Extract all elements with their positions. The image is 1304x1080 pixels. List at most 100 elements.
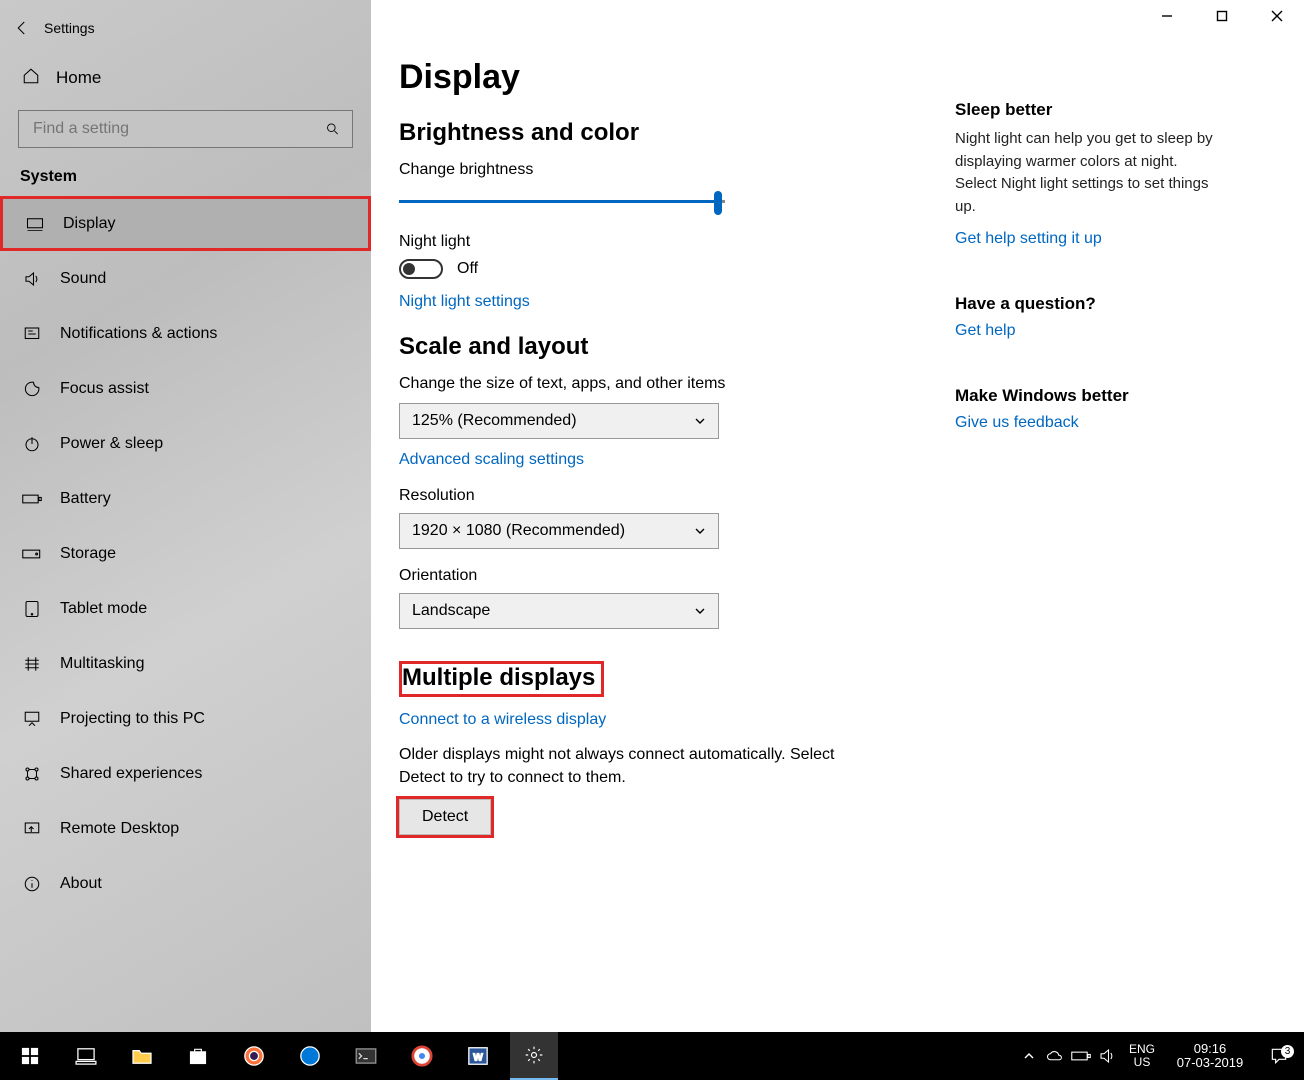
slider-thumb[interactable] — [714, 191, 722, 215]
sound-icon — [22, 270, 42, 288]
sidebar-item-label: Notifications & actions — [60, 325, 217, 343]
section-scale: Scale and layout — [399, 333, 909, 361]
remote-desktop-icon — [22, 820, 42, 838]
multiple-displays-help: Older displays might not always connect … — [399, 743, 869, 789]
sidebar-item-sound[interactable]: Sound — [0, 251, 371, 306]
terminal-icon — [355, 1048, 377, 1064]
sidebar-item-focus-assist[interactable]: Focus assist — [0, 361, 371, 416]
search-input[interactable] — [31, 119, 325, 139]
resolution-value: 1920 × 1080 (Recommended) — [412, 522, 625, 540]
brightness-label: Change brightness — [399, 161, 909, 179]
word-button[interactable]: W — [454, 1032, 502, 1080]
sidebar-item-remote-desktop[interactable]: Remote Desktop — [0, 801, 371, 856]
file-explorer-button[interactable] — [118, 1032, 166, 1080]
sidebar-item-label: Focus assist — [60, 380, 149, 398]
minimize-button[interactable] — [1139, 0, 1194, 32]
tray-language[interactable]: ENG US — [1122, 1043, 1162, 1068]
settings-sidebar: Settings Home System Display — [0, 0, 371, 1032]
detect-button[interactable]: Detect — [399, 799, 491, 835]
search-icon — [325, 121, 340, 137]
sidebar-nav: Display Sound Notifications & actions Fo… — [0, 196, 371, 911]
resolution-select[interactable]: 1920 × 1080 (Recommended) — [399, 513, 719, 549]
nightlight-label: Night light — [399, 233, 909, 251]
sidebar-item-storage[interactable]: Storage — [0, 526, 371, 581]
chevron-down-icon — [694, 525, 706, 537]
sidebar-item-tablet-mode[interactable]: Tablet mode — [0, 581, 371, 636]
sidebar-item-multitasking[interactable]: Multitasking — [0, 636, 371, 691]
tray-chevron[interactable] — [1018, 1032, 1040, 1080]
edge-icon — [299, 1045, 321, 1067]
word-icon: W — [467, 1045, 489, 1067]
shared-icon — [22, 765, 42, 783]
resolution-label: Resolution — [399, 487, 909, 505]
focus-assist-icon — [22, 380, 42, 398]
gear-icon — [524, 1045, 544, 1065]
window-title: Settings — [44, 20, 95, 36]
sidebar-item-label: Projecting to this PC — [60, 710, 205, 728]
tray-clock[interactable]: 09:16 07-03-2019 — [1166, 1042, 1254, 1071]
sidebar-item-projecting[interactable]: Projecting to this PC — [0, 691, 371, 746]
aside-sleep-link[interactable]: Get help setting it up — [955, 230, 1102, 248]
about-icon — [22, 875, 42, 893]
back-button[interactable] — [0, 6, 44, 50]
section-brightness: Brightness and color — [399, 119, 909, 147]
settings-taskbar-button[interactable] — [510, 1032, 558, 1080]
start-button[interactable] — [6, 1032, 54, 1080]
tray-onedrive[interactable] — [1044, 1032, 1066, 1080]
tablet-icon — [22, 600, 42, 618]
chrome-icon — [411, 1045, 433, 1067]
orientation-select[interactable]: Landscape — [399, 593, 719, 629]
notification-badge: 3 — [1281, 1045, 1294, 1058]
firefox-button[interactable] — [230, 1032, 278, 1080]
task-view-button[interactable] — [62, 1032, 110, 1080]
sidebar-item-label: Storage — [60, 545, 116, 563]
microsoft-store-button[interactable] — [174, 1032, 222, 1080]
chevron-down-icon — [694, 415, 706, 427]
tray-action-center[interactable]: 3 — [1258, 1046, 1300, 1066]
sidebar-item-label: About — [60, 875, 102, 893]
aside-question-link[interactable]: Get help — [955, 322, 1015, 340]
sidebar-item-label: Shared experiences — [60, 765, 202, 783]
sidebar-item-about[interactable]: About — [0, 856, 371, 911]
taskbar: W ENG US 09:16 07-03-2019 3 — [0, 1032, 1304, 1080]
sidebar-item-label: Battery — [60, 490, 111, 508]
scale-size-value: 125% (Recommended) — [412, 412, 577, 430]
terminal-button[interactable] — [342, 1032, 390, 1080]
sidebar-item-power-sleep[interactable]: Power & sleep — [0, 416, 371, 471]
nightlight-settings-link[interactable]: Night light settings — [399, 293, 530, 311]
svg-text:W: W — [473, 1053, 483, 1064]
windows-icon — [21, 1047, 39, 1065]
advanced-scaling-link[interactable]: Advanced scaling settings — [399, 451, 584, 469]
connect-wireless-display-link[interactable]: Connect to a wireless display — [399, 711, 606, 729]
aside-sleep-title: Sleep better — [955, 100, 1219, 120]
tray-volume[interactable] — [1096, 1032, 1118, 1080]
sidebar-item-display[interactable]: Display — [0, 196, 371, 251]
sidebar-item-notifications[interactable]: Notifications & actions — [0, 306, 371, 361]
maximize-button[interactable] — [1194, 0, 1249, 32]
taskview-icon — [75, 1047, 97, 1065]
orientation-label: Orientation — [399, 567, 909, 585]
sidebar-home[interactable]: Home — [0, 50, 371, 106]
search-input-wrap[interactable] — [18, 110, 353, 148]
aside-question-title: Have a question? — [955, 294, 1219, 314]
settings-main: Display Brightness and color Change brig… — [399, 40, 909, 1032]
chrome-button[interactable] — [398, 1032, 446, 1080]
sidebar-item-battery[interactable]: Battery — [0, 471, 371, 526]
nightlight-toggle[interactable] — [399, 259, 443, 279]
sidebar-item-label: Tablet mode — [60, 600, 147, 618]
power-icon — [22, 435, 42, 453]
scale-size-label: Change the size of text, apps, and other… — [399, 375, 909, 393]
battery-icon — [1071, 1050, 1091, 1062]
brightness-slider[interactable] — [399, 189, 725, 215]
sidebar-item-label: Multitasking — [60, 655, 144, 673]
display-icon — [25, 217, 45, 231]
sidebar-item-shared-experiences[interactable]: Shared experiences — [0, 746, 371, 801]
scale-size-select[interactable]: 125% (Recommended) — [399, 403, 719, 439]
sidebar-category: System — [0, 162, 371, 196]
edge-button[interactable] — [286, 1032, 334, 1080]
close-button[interactable] — [1249, 0, 1304, 32]
folder-icon — [131, 1047, 153, 1065]
tray-battery[interactable] — [1070, 1032, 1092, 1080]
aside-feedback-link[interactable]: Give us feedback — [955, 414, 1079, 432]
section-multiple-displays: Multiple displays — [399, 661, 604, 697]
